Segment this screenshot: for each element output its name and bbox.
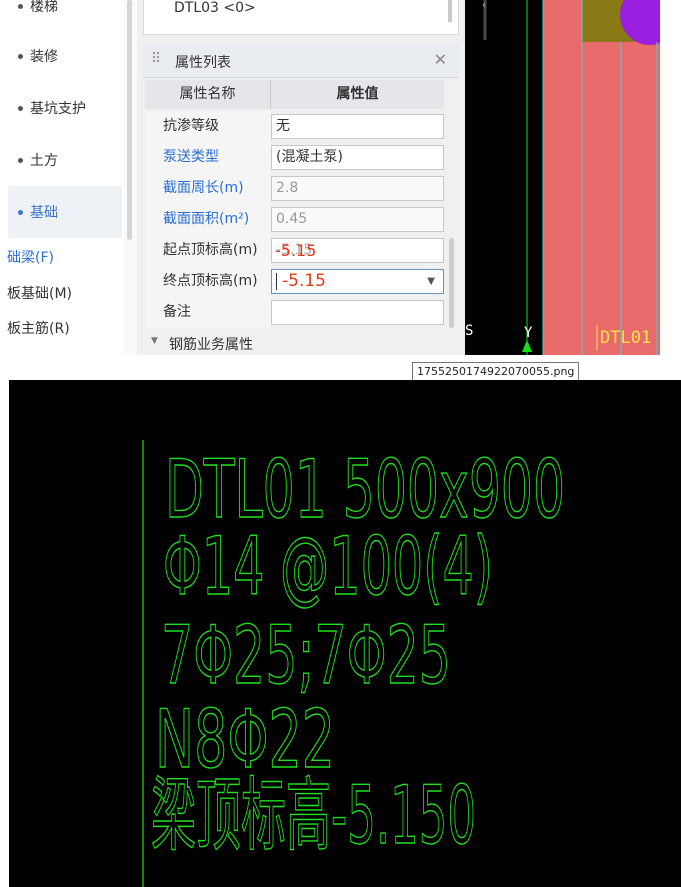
beam-body [543,0,660,355]
component-list: DTL03 <0> [143,0,459,35]
bullet-icon [18,3,23,9]
top-screenshot: 楼梯 装修 基坑支护 土方 基础 础梁(F) 板基础(M) 板主筋(R) DTL… [0,0,660,355]
bullet-icon [18,209,23,215]
sidebar-scrollbar[interactable] [127,0,132,240]
chevron-down-icon[interactable]: ▼ [427,270,435,293]
bullet-icon [18,53,23,59]
close-icon[interactable]: ✕ [434,50,447,69]
property-row-end-top-elevation: 终点顶标高(m) -5.15 ▼ [145,266,445,297]
property-name: 截面周长(m) [145,173,271,204]
property-panel: DTL03 <0> ⠿ 属性列表 ✕ 属性名称 属性值 抗渗等级 无 泵送类型 … [137,0,465,355]
column-header-value: 属性值 [271,80,444,109]
sidebar-item-pit-support[interactable]: 基坑支护 [8,82,122,134]
cad-viewport-top[interactable]: ‹ DTL01 Y S [465,0,660,355]
sidebar-item-earthwork[interactable]: 土方 [8,134,122,186]
property-panel-title: 属性列表 [175,55,231,71]
sidebar-item-stairs[interactable]: 楼梯 [8,0,122,32]
property-value: 2.8 [271,176,444,201]
text-caret [276,273,277,290]
property-row-remarks: 备注 [145,297,445,328]
property-row-section-perimeter: 截面周长(m) 2.8 [145,173,445,204]
property-value-overlay: -5.15 [275,241,317,260]
collapse-arrow-icon[interactable]: ▼ [151,336,158,346]
property-name: 起点顶标高(m) [145,235,271,266]
property-grid-header: 属性名称 属性值 [145,80,445,111]
cad-viewport-bottom[interactable]: DTL01 500x900 Φ14 @100(4) 7Φ25;7Φ25 N8Φ2… [9,380,681,887]
property-value[interactable]: 无 [271,114,444,139]
property-panel-header: ⠿ 属性列表 ✕ [143,44,459,78]
bullet-icon [18,105,23,111]
property-value[interactable]: -5.15 -5.15 [271,238,444,263]
sidebar-subitem-foundation-beam[interactable]: 础梁(F) [7,247,54,267]
sidebar-item-label: 基坑支护 [30,101,86,117]
property-value-text: -5.15 [282,271,326,291]
sidebar-item-foundation[interactable]: 基础 [8,186,122,238]
component-list-scrollbar[interactable] [448,0,452,22]
sidebar-item-decoration[interactable]: 装修 [8,30,122,82]
property-name: 抗渗等级 [145,111,271,142]
cad-beam-label: DTL01 [600,328,651,348]
cad-axis-label: Y [524,325,533,341]
property-section-rebar[interactable]: ▼ 钢筋业务属性 [145,332,445,355]
component-tree-sidebar: 楼梯 装修 基坑支护 土方 基础 础梁(F) 板基础(M) 板主筋(R) [0,0,137,355]
sidebar-item-label: 土方 [30,153,58,169]
column-header-name: 属性名称 [145,80,271,109]
cad-side-glyph: S [465,323,473,339]
cad-annotation-line: 7Φ25;7Φ25 [161,609,451,702]
property-name: 终点顶标高(m) [145,266,271,297]
sidebar-item-label: 楼梯 [30,0,58,15]
property-value[interactable] [271,300,444,325]
property-panel-scrollbar[interactable] [449,238,454,328]
component-list-item[interactable]: DTL03 <0> [174,0,256,16]
bullet-icon [18,157,23,163]
property-name: 截面面积(m²) [145,204,271,235]
property-row-start-top-elevation: 起点顶标高(m) -5.15 -5.15 [145,235,445,266]
drag-handle-icon[interactable]: ⠿ [151,51,161,67]
sidebar-subitem-raft-foundation[interactable]: 板基础(M) [7,283,72,303]
property-row-impermeability: 抗渗等级 无 [145,111,445,142]
property-section-label: 钢筋业务属性 [169,337,253,353]
sidebar-item-label: 基础 [30,205,58,221]
sidebar-subitem-raft-main-rebar[interactable]: 板主筋(R) [7,318,70,338]
sidebar-item-label: 装修 [30,49,58,65]
filename-tooltip: 1755250174922070055.png [412,362,580,381]
cad-annotation-line: Φ14 @100(4) [163,520,493,613]
property-value: 0.45 [271,207,444,232]
cad-drawing-bottom: DTL01 500x900 Φ14 @100(4) 7Φ25;7Φ25 N8Φ2… [9,380,681,887]
property-row-section-area: 截面面积(m²) 0.45 [145,204,445,235]
cad-annotation-line: 梁顶标高-5.150 [151,769,476,862]
property-row-pump-type: 泵送类型 (混凝土泵) [145,142,445,173]
scroll-arrow-icon: ‹ [482,0,486,11]
property-name: 备注 [145,297,271,328]
property-value[interactable]: (混凝土泵) [271,145,444,170]
cad-drawing-top: ‹ DTL01 Y S [465,0,660,355]
property-name: 泵送类型 [145,142,271,173]
property-value-editor[interactable]: -5.15 ▼ [271,269,444,294]
